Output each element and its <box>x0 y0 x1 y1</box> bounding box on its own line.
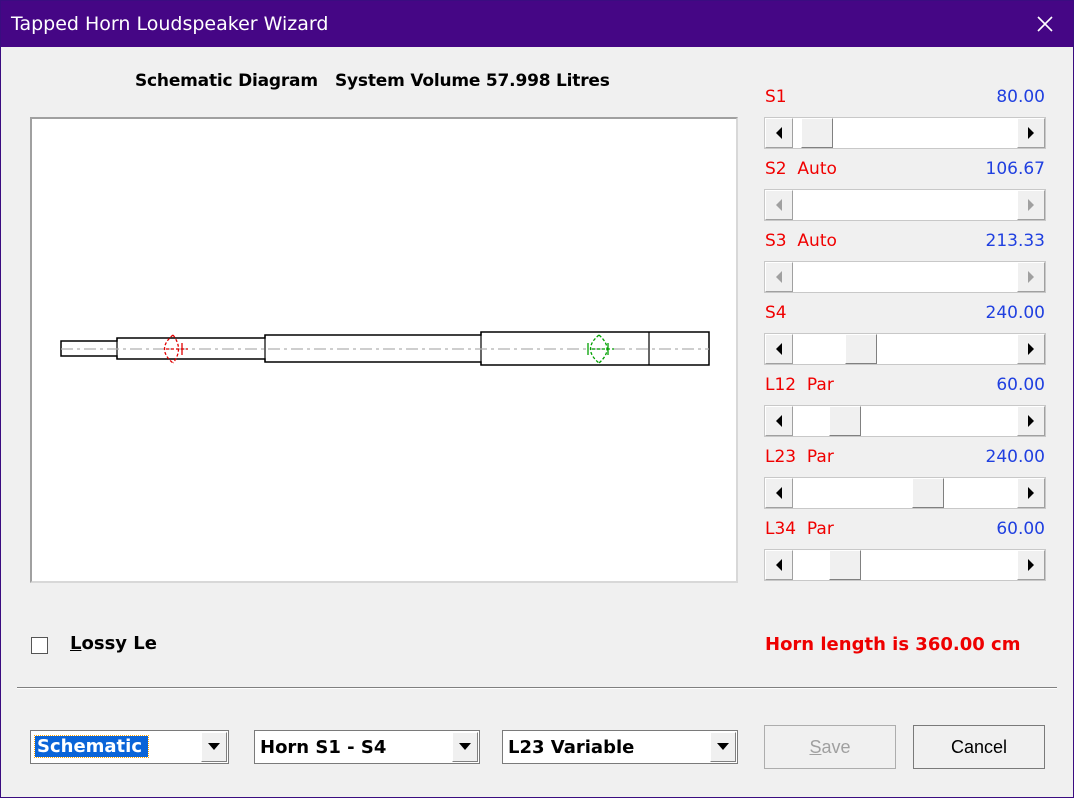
arrow-right-icon <box>1028 271 1034 283</box>
arrow-right-icon <box>1028 343 1034 355</box>
slider-value: 106.67 <box>985 159 1045 179</box>
scroll-thumb[interactable] <box>801 118 833 148</box>
view-combo-button[interactable] <box>201 732 227 762</box>
arrow-right-icon <box>1028 487 1034 499</box>
horn-combo-button[interactable] <box>452 732 478 762</box>
slider-value: 80.00 <box>996 87 1045 107</box>
scroll-left-button[interactable] <box>765 550 793 580</box>
arrow-right-icon <box>1028 127 1034 139</box>
chevron-down-icon <box>208 743 220 750</box>
save-button[interactable]: Save <box>764 725 896 769</box>
slider-label: S4 <box>765 303 787 323</box>
variable-combo-button[interactable] <box>710 732 736 762</box>
arrow-left-icon <box>776 199 782 211</box>
lossy-le-accel: L <box>70 633 82 654</box>
slider-scrollbar[interactable] <box>764 117 1046 149</box>
arrow-right-icon <box>1028 199 1034 211</box>
cancel-button[interactable]: Cancel <box>913 725 1045 769</box>
scroll-right-button[interactable] <box>1017 550 1045 580</box>
slider-value: 60.00 <box>996 519 1045 539</box>
view-combo-value: Schematic <box>33 735 150 758</box>
scroll-thumb[interactable] <box>829 406 861 436</box>
slider-label: L34 Par <box>765 519 834 539</box>
lossy-le-rest: ossy Le <box>81 633 157 654</box>
slider-label: L12 Par <box>765 375 834 395</box>
schematic-canvas <box>30 117 738 583</box>
separator <box>17 687 1057 689</box>
scroll-right-button[interactable] <box>1017 478 1045 508</box>
arrow-left-icon <box>776 487 782 499</box>
slider-label: S1 <box>765 87 787 107</box>
title-bar[interactable]: Tapped Horn Loudspeaker Wizard <box>1 1 1073 47</box>
scroll-right-button[interactable] <box>1017 118 1045 148</box>
arrow-left-icon <box>776 271 782 283</box>
variable-combo[interactable]: L23 Variable <box>502 730 738 764</box>
scroll-left-button[interactable] <box>765 262 793 292</box>
slider-scrollbar[interactable] <box>764 333 1046 365</box>
horn-length-text: Horn length is 360.00 cm <box>765 634 1021 655</box>
arrow-left-icon <box>776 415 782 427</box>
save-accel: S <box>809 736 822 757</box>
save-rest: ave <box>821 736 851 757</box>
slider-scrollbar[interactable] <box>764 549 1046 581</box>
scroll-right-button[interactable] <box>1017 406 1045 436</box>
scroll-right-button[interactable] <box>1017 190 1045 220</box>
slider-label: S3 Auto <box>765 231 837 251</box>
slider-label: L23 Par <box>765 447 834 467</box>
arrow-left-icon <box>776 127 782 139</box>
window-title: Tapped Horn Loudspeaker Wizard <box>11 13 329 35</box>
close-icon <box>1037 16 1053 32</box>
arrow-left-icon <box>776 343 782 355</box>
lossy-le-label[interactable]: Lossy Le <box>70 633 157 654</box>
wizard-window: Tapped Horn Loudspeaker Wizard Schematic… <box>0 0 1074 798</box>
slider-value: 240.00 <box>985 447 1045 467</box>
slider-value: 213.33 <box>985 231 1045 251</box>
scroll-thumb[interactable] <box>845 334 877 364</box>
scroll-right-button[interactable] <box>1017 262 1045 292</box>
slider-scrollbar[interactable] <box>764 189 1046 221</box>
chevron-down-icon <box>459 743 471 750</box>
scroll-left-button[interactable] <box>765 478 793 508</box>
arrow-right-icon <box>1028 559 1034 571</box>
close-button[interactable] <box>1017 1 1073 47</box>
slider-value: 60.00 <box>996 375 1045 395</box>
chevron-down-icon <box>717 743 729 750</box>
scroll-left-button[interactable] <box>765 190 793 220</box>
arrow-right-icon <box>1028 415 1034 427</box>
variable-combo-value: L23 Variable <box>508 737 635 758</box>
diagram-header: Schematic Diagram System Volume 57.998 L… <box>135 71 610 91</box>
scroll-left-button[interactable] <box>765 334 793 364</box>
view-combo[interactable]: Schematic <box>30 730 229 764</box>
scroll-right-button[interactable] <box>1017 334 1045 364</box>
scroll-thumb[interactable] <box>912 478 944 508</box>
slider-scrollbar[interactable] <box>764 405 1046 437</box>
slider-value: 240.00 <box>985 303 1045 323</box>
scroll-thumb[interactable] <box>829 550 861 580</box>
horn-combo-value: Horn S1 - S4 <box>260 737 387 758</box>
horn-schematic <box>60 331 710 366</box>
slider-scrollbar[interactable] <box>764 261 1046 293</box>
scroll-left-button[interactable] <box>765 406 793 436</box>
scroll-left-button[interactable] <box>765 118 793 148</box>
arrow-left-icon <box>776 559 782 571</box>
horn-combo[interactable]: Horn S1 - S4 <box>254 730 480 764</box>
lossy-le-checkbox[interactable] <box>31 637 48 654</box>
slider-scrollbar[interactable] <box>764 477 1046 509</box>
slider-label: S2 Auto <box>765 159 837 179</box>
